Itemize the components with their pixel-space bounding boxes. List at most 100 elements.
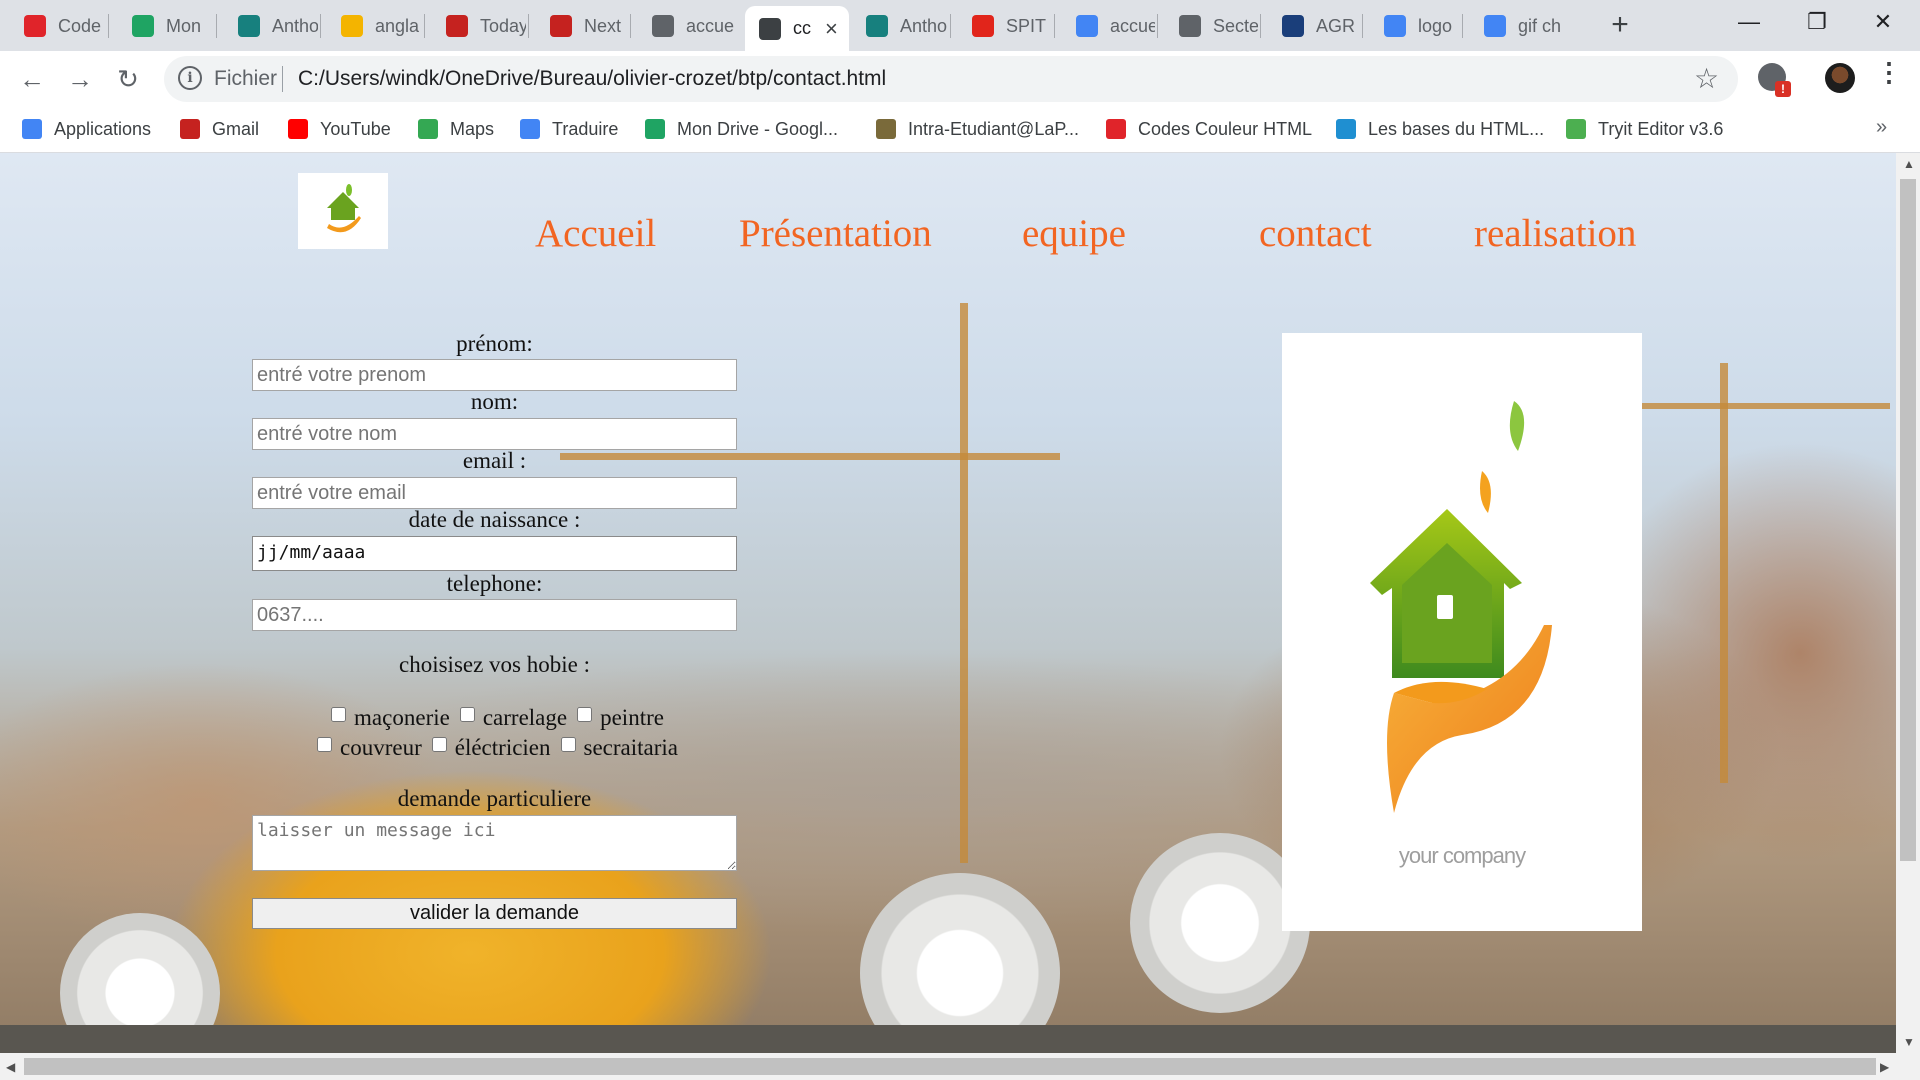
- tab-separator: [424, 14, 425, 38]
- address-bar[interactable]: i Fichier C:/Users/windk/OneDrive/Bureau…: [164, 56, 1738, 102]
- bookmark-label: Les bases du HTML...: [1368, 118, 1545, 139]
- bookmark-item[interactable]: Intra-Etudiant@LaP...: [876, 115, 1079, 143]
- hobby-carrelage[interactable]: carrelage: [454, 705, 567, 731]
- reload-button[interactable]: ↻: [108, 59, 148, 99]
- message-label: demande particuliere: [397, 786, 592, 811]
- scroll-up-icon[interactable]: ▲: [1903, 157, 1915, 171]
- nav-link-presentation[interactable]: Présentation: [739, 211, 932, 256]
- bookmark-item[interactable]: Traduire: [520, 115, 618, 143]
- browser-tab[interactable]: Next: [536, 6, 628, 46]
- browser-tab[interactable]: logo: [1370, 6, 1460, 46]
- site-logo[interactable]: [298, 173, 388, 249]
- bookmark-item[interactable]: Tryit Editor v3.6: [1566, 115, 1723, 143]
- bookmark-label: Intra-Etudiant@LaP...: [908, 118, 1080, 139]
- intra-icon: [876, 119, 896, 139]
- browser-tab[interactable]: accue: [1062, 6, 1155, 46]
- bookmark-label: Gmail: [212, 118, 260, 139]
- bookmark-item[interactable]: Applications: [22, 115, 151, 143]
- telephone-label: telephone:: [446, 571, 543, 596]
- tab-label: Code: [58, 15, 102, 36]
- browser-tab[interactable]: Antho: [224, 6, 318, 46]
- address-url[interactable]: C:/Users/windk/OneDrive/Bureau/olivier-c…: [298, 67, 886, 91]
- bookmark-item[interactable]: Codes Couleur HTML: [1106, 115, 1312, 143]
- vertical-scroll-thumb[interactable]: [1900, 179, 1916, 861]
- tab-label: accue: [1110, 15, 1155, 36]
- nav-link-accueil[interactable]: Accueil: [535, 211, 656, 256]
- hobby-couvreur[interactable]: couvreur: [311, 735, 422, 761]
- bookmark-item[interactable]: Les bases du HTML...: [1336, 115, 1544, 143]
- color-codes-icon: [1106, 119, 1126, 139]
- browser-tab[interactable]: Code: [10, 6, 106, 46]
- browser-toolbar: ← → ↻ i Fichier C:/Users/windk/OneDrive/…: [0, 51, 1920, 106]
- page-viewport: Accueil Présentation equipe contact real…: [0, 153, 1896, 1053]
- nom-input[interactable]: [252, 418, 737, 450]
- minimize-button[interactable]: —: [1716, 0, 1782, 44]
- scroll-right-icon[interactable]: ▶: [1880, 1060, 1889, 1074]
- email-input[interactable]: [252, 477, 737, 509]
- browser-tab[interactable]: AGR E: [1268, 6, 1360, 46]
- bookmark-item[interactable]: Mon Drive - Googl...: [645, 115, 838, 143]
- html-bases-icon: [1336, 119, 1356, 139]
- browser-tab[interactable]: Mon: [118, 6, 214, 46]
- bookmark-item[interactable]: Gmail: [180, 115, 259, 143]
- hobby-label: maçonerie: [354, 705, 450, 730]
- browser-tab[interactable]: gif ch: [1470, 6, 1580, 46]
- bookmark-star-icon[interactable]: ☆: [1694, 62, 1719, 95]
- new-tab-button[interactable]: +: [1604, 6, 1636, 44]
- bookmarks-overflow-icon[interactable]: »: [1876, 116, 1887, 139]
- hobby-peintre[interactable]: peintre: [571, 705, 664, 731]
- close-window-button[interactable]: ✕: [1850, 0, 1916, 44]
- hobby-couvreur-checkbox[interactable]: [317, 737, 332, 752]
- nav-link-equipe[interactable]: equipe: [1022, 211, 1126, 256]
- browser-tab[interactable]: Secte: [1165, 6, 1258, 46]
- prenom-input[interactable]: [252, 359, 737, 391]
- hobby-peintre-checkbox[interactable]: [577, 707, 593, 722]
- browser-tab[interactable]: cc ×: [745, 6, 849, 51]
- horizontal-scroll-thumb[interactable]: [24, 1058, 1876, 1075]
- bookmark-label: Applications: [54, 118, 152, 139]
- hobby-electricien-checkbox[interactable]: [431, 737, 447, 752]
- hobby-secraitaria[interactable]: secraitaria: [555, 735, 678, 761]
- scroll-down-icon[interactable]: ▼: [1903, 1035, 1915, 1049]
- hobbies-row-1: maçonerie carrelage peintre: [252, 705, 737, 731]
- opera-icon: [24, 15, 46, 37]
- nom-label: nom:: [470, 389, 519, 414]
- hobby-carrelage-checkbox[interactable]: [459, 707, 475, 722]
- tab-separator: [528, 14, 529, 38]
- submit-button[interactable]: valider la demande: [252, 898, 737, 929]
- tab-label: logo: [1418, 15, 1453, 36]
- bookmark-label: Tryit Editor v3.6: [1598, 118, 1724, 139]
- birthdate-input[interactable]: jj/mm/aaaa: [252, 536, 737, 571]
- profile-avatar[interactable]: [1825, 63, 1855, 93]
- horizontal-scrollbar[interactable]: ◀ ▶: [0, 1053, 1920, 1080]
- vertical-scrollbar[interactable]: ▲ ▼: [1896, 153, 1920, 1053]
- restore-button[interactable]: ❐: [1784, 0, 1850, 44]
- close-tab-icon[interactable]: ×: [825, 16, 838, 42]
- hobby-maconerie[interactable]: maçonerie: [325, 705, 450, 731]
- info-icon[interactable]: i: [178, 66, 202, 90]
- w3schools-icon: [1566, 119, 1586, 139]
- back-button[interactable]: ←: [12, 59, 52, 99]
- hobby-secraitaria-checkbox[interactable]: [560, 737, 576, 752]
- hobbies-row-2: couvreur éléctricien secraitaria: [252, 735, 737, 761]
- hobby-label: peintre: [600, 705, 664, 730]
- nav-link-contact[interactable]: contact: [1259, 211, 1372, 256]
- browser-tab[interactable]: Antho: [852, 6, 948, 46]
- hobby-maconerie-checkbox[interactable]: [331, 707, 347, 722]
- forward-button[interactable]: →: [60, 59, 100, 99]
- telephone-input[interactable]: [252, 599, 737, 631]
- message-textarea[interactable]: [252, 815, 737, 871]
- bookmark-item[interactable]: Maps: [418, 115, 494, 143]
- browser-tab[interactable]: Today: [432, 6, 526, 46]
- browser-tab[interactable]: accue: [638, 6, 736, 46]
- nav-link-realisation[interactable]: realisation: [1474, 211, 1636, 256]
- gmail-icon: [446, 15, 468, 37]
- browser-tab[interactable]: angla: [327, 6, 422, 46]
- scroll-left-icon[interactable]: ◀: [6, 1060, 15, 1074]
- google-icon: [1484, 15, 1506, 37]
- hobby-electricien[interactable]: éléctricien: [426, 735, 551, 761]
- browser-menu-icon[interactable]: ⋮: [1876, 57, 1902, 88]
- bookmark-item[interactable]: YouTube: [288, 115, 391, 143]
- prenom-label: prénom:: [456, 331, 533, 356]
- browser-tab[interactable]: SPIT F: [958, 6, 1052, 46]
